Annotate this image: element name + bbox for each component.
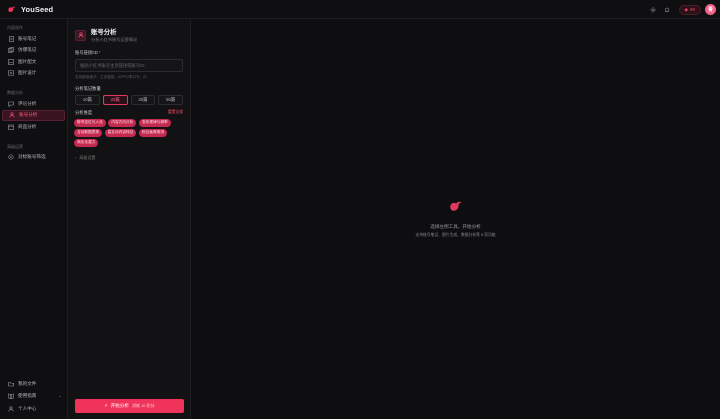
sidebar-item-label: 我的文件 xyxy=(18,380,37,386)
sidebar-group-title: 数据分析 xyxy=(7,90,23,95)
sidebar-bottom: 我的文件 使用指南 ⌄ 个人中心 xyxy=(0,378,68,416)
notes-option-50[interactable]: 50篇 xyxy=(158,95,183,105)
sidebar-item-account-notes[interactable]: 账号笔记 xyxy=(2,33,65,45)
user-icon xyxy=(8,406,14,412)
empty-state: 选择左侧工具，开始分析 支持账号笔记、图片生成、数据分析等 8 项功能 xyxy=(191,199,720,238)
required-mark: * xyxy=(98,50,101,55)
target-icon xyxy=(8,154,14,160)
dimension-chip[interactable]: 高互动内容特征 xyxy=(104,129,137,137)
sidebar-item-guide[interactable]: 使用指南 ⌄ xyxy=(2,390,66,403)
avatar-initial: 青 xyxy=(707,7,713,13)
account-url-label-text: 账号链接/ID xyxy=(75,50,98,55)
top-actions: ◆ 98 青 xyxy=(648,4,716,15)
account-url-placeholder: 粘贴小红书账号主页链接或账号ID xyxy=(80,62,145,68)
sidebar-item-label: 图片设计 xyxy=(18,70,37,76)
chevron-down-icon: ⌄ xyxy=(58,393,62,399)
start-analysis-button[interactable]: ⚡ 开始分析 消耗 10 积分 xyxy=(75,399,184,413)
analysis-form-panel: 账号分析 分析小红书账号运营情况 账号链接/ID * 粘贴小红书账号主页链接或账… xyxy=(68,19,191,419)
file-text-icon xyxy=(8,35,14,42)
advanced-settings-toggle[interactable]: › 高级设置 xyxy=(75,155,190,161)
sidebar-item-profile[interactable]: 个人中心 xyxy=(2,403,66,416)
seed-logo-icon xyxy=(450,201,462,211)
sidebar-item-my-files[interactable]: 我的文件 xyxy=(2,378,66,391)
settings-icon[interactable] xyxy=(648,4,659,15)
account-url-hint: 支持链接格式：主页链接、APP分享口令、ID xyxy=(75,75,147,79)
user-avatar[interactable]: 青 xyxy=(705,4,716,15)
top-bar: YouSeed ◆ 98 青 xyxy=(0,0,720,19)
chevron-right-icon: › xyxy=(75,155,77,160)
notes-count-label: 分析笔记数量 xyxy=(75,86,101,91)
book-icon xyxy=(8,393,14,400)
dimension-chip[interactable]: 账号定位与人设 xyxy=(74,119,106,127)
user-chart-icon xyxy=(9,112,15,118)
sidebar-item-label: 个人中心 xyxy=(18,405,37,411)
panel-header: 账号分析 分析小红书账号运营情况 xyxy=(68,19,190,43)
package-icon xyxy=(8,124,14,130)
dimension-chip[interactable]: 内容方向分析 xyxy=(108,119,137,127)
dimension-chip[interactable]: 商业化潜力 xyxy=(74,139,99,147)
app-name: YouSeed xyxy=(21,4,54,14)
app-logo[interactable]: YouSeed xyxy=(7,5,53,14)
dimension-chip[interactable]: 发布规律与频率 xyxy=(138,119,171,127)
credits-badge[interactable]: ◆ 98 xyxy=(678,4,701,15)
bell-icon[interactable] xyxy=(662,4,673,15)
sidebar-item-comment-analysis[interactable]: 评论分析 xyxy=(2,98,65,110)
folder-icon xyxy=(8,381,14,387)
sidebar-item-label: 账号分析 xyxy=(19,112,38,118)
panel-subtitle: 分析小红书账号运营情况 xyxy=(91,37,138,43)
empty-state-subtitle: 支持账号笔记、图片生成、数据分析等 8 项功能 xyxy=(415,233,496,237)
coin-icon: ◆ xyxy=(684,6,688,12)
sidebar-item-imitate-notes[interactable]: 仿爆笔记 xyxy=(2,45,65,57)
dimensions-reset-link[interactable]: 重置全部 xyxy=(168,110,183,116)
sidebar-item-label: 商品分析 xyxy=(18,123,37,129)
message-icon xyxy=(8,101,14,107)
sparkle-icon: ⚡ xyxy=(104,403,108,408)
sidebar: 内容创作 账号笔记 仿爆笔记 图片配文 图片设计 数据分析 评论分析 账号分析 … xyxy=(0,19,68,419)
image-icon xyxy=(8,58,14,65)
sidebar-item-label: 图片配文 xyxy=(18,58,37,64)
account-url-input[interactable]: 粘贴小红书账号主页链接或账号ID xyxy=(75,59,183,72)
credits-value: 98 xyxy=(689,7,695,12)
user-chart-icon xyxy=(75,29,86,41)
result-area: 选择左侧工具，开始分析 支持账号笔记、图片生成、数据分析等 8 项功能 xyxy=(191,19,720,419)
notes-option-20[interactable]: 20篇 xyxy=(102,95,128,105)
sidebar-item-label: 仿爆笔记 xyxy=(18,47,37,53)
advanced-settings-label: 高级设置 xyxy=(79,154,96,160)
sidebar-item-label: 对标账号筛选 xyxy=(18,154,46,160)
seed-logo-icon xyxy=(8,6,16,12)
sidebar-item-label: 账号笔记 xyxy=(18,35,37,41)
notes-count-selector: 10篇 20篇 30篇 50篇 xyxy=(75,95,183,105)
sidebar-item-label: 评论分析 xyxy=(18,100,37,106)
panel-title: 账号分析 xyxy=(91,28,117,36)
palette-icon xyxy=(8,70,14,77)
empty-state-title: 选择左侧工具，开始分析 xyxy=(430,224,481,229)
sidebar-item-account-analysis[interactable]: 账号分析 xyxy=(2,109,65,121)
notes-option-30[interactable]: 30篇 xyxy=(130,95,156,105)
account-url-label: 账号链接/ID * xyxy=(75,50,190,56)
sidebar-group-title: 高级运营 xyxy=(7,143,23,149)
dimension-chip[interactable]: 粉丝画像推测 xyxy=(138,129,168,137)
notes-option-10[interactable]: 10篇 xyxy=(75,95,100,105)
start-analysis-label: 开始分析 xyxy=(110,403,129,408)
sidebar-item-image-caption[interactable]: 图片配文 xyxy=(2,56,65,68)
sidebar-item-benchmark-filter[interactable]: 对标账号筛选 xyxy=(2,152,65,164)
start-analysis-cost: 消耗 10 积分 xyxy=(131,403,155,408)
sidebar-group-title: 内容创作 xyxy=(7,25,23,30)
copy-icon xyxy=(8,47,14,54)
sidebar-item-product-analysis[interactable]: 商品分析 xyxy=(2,121,65,133)
sidebar-item-image-design[interactable]: 图片设计 xyxy=(2,68,65,80)
dimensions-label: 分析维度 xyxy=(75,110,93,115)
dimension-chip[interactable]: 互动数据表现 xyxy=(74,129,103,137)
sidebar-item-label: 使用指南 xyxy=(18,393,37,399)
dimensions-header: 分析维度 重置全部 xyxy=(75,110,183,116)
dimension-chips: 账号定位与人设 内容方向分析 发布规律与频率 互动数据表现 高互动内容特征 粉丝… xyxy=(74,119,184,147)
